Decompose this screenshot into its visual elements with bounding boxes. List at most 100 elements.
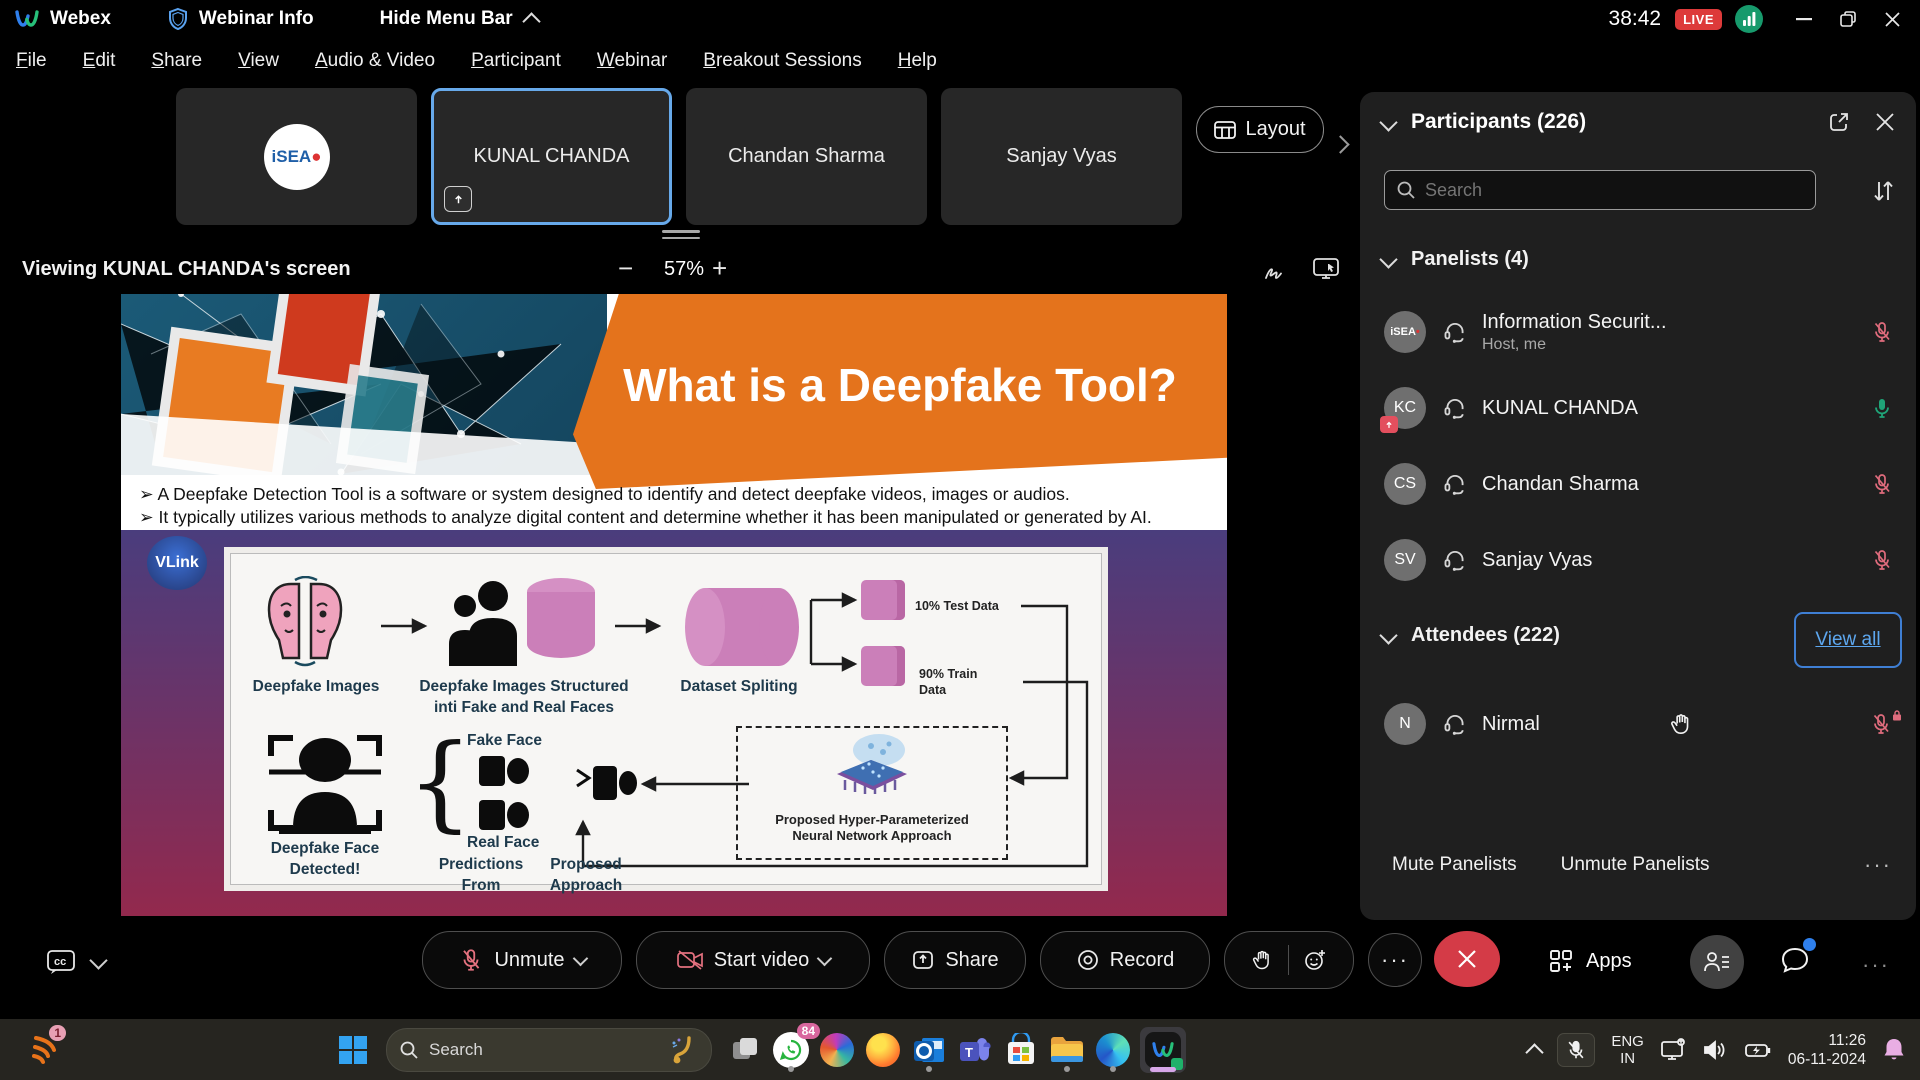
more-controls-button[interactable]: ··· — [1368, 933, 1422, 987]
fake-face-icon — [479, 754, 531, 788]
reactions-group[interactable] — [1224, 931, 1354, 989]
language-indicator[interactable]: ENGIN — [1611, 1033, 1644, 1067]
search-input[interactable] — [1384, 170, 1816, 210]
zoom-out-button[interactable]: − — [618, 253, 633, 284]
maximize-button[interactable] — [1826, 0, 1870, 38]
menu-audio-video[interactable]: Audio & Video — [315, 50, 435, 72]
participants-panel: Participants (226) Panelists (4) iSEA• I… — [1360, 92, 1916, 920]
participant-row-nirmal[interactable]: N Nirmal — [1360, 692, 1916, 756]
menu-help[interactable]: Help — [898, 50, 937, 72]
webex-taskbar-button[interactable] — [1140, 1027, 1186, 1073]
panel-more-options-button[interactable]: ··· — [1864, 852, 1892, 878]
volume-icon[interactable] — [1702, 1038, 1728, 1062]
layout-button[interactable]: Layout — [1196, 106, 1324, 153]
lock-icon — [1892, 710, 1902, 721]
menu-participant[interactable]: Participant — [471, 50, 561, 72]
taskbar-clock[interactable]: 11:2606-11-2024 — [1788, 1031, 1866, 1069]
avatar: N — [1384, 703, 1426, 745]
outlook-button[interactable] — [906, 1027, 952, 1073]
apps-button[interactable]: Apps — [1548, 948, 1632, 974]
menu-view[interactable]: View — [238, 50, 279, 72]
video-tile-kunal-chanda[interactable]: KUNAL CHANDA — [431, 88, 672, 225]
unmute-panelists-button[interactable]: Unmute Panelists — [1561, 854, 1710, 876]
participant-row-host[interactable]: iSEA• Information Securit... Host, me — [1360, 300, 1916, 364]
taskbar-search[interactable]: Search — [386, 1028, 712, 1072]
zoom-in-button[interactable]: + — [712, 253, 727, 284]
firefox-button[interactable] — [860, 1027, 906, 1073]
cc-options-icon[interactable] — [89, 951, 107, 969]
menu-file[interactable]: File — [16, 50, 47, 72]
taskbar-search-label: Search — [429, 1040, 483, 1060]
more-panels-button[interactable]: ··· — [1862, 952, 1890, 978]
sharing-badge-icon — [1380, 416, 1398, 433]
view-all-button[interactable]: View all — [1794, 612, 1902, 668]
headset-icon — [1442, 471, 1468, 497]
collapse-participants-icon[interactable] — [1379, 113, 1397, 131]
collapse-panelists-icon[interactable] — [1379, 250, 1397, 268]
battery-icon[interactable] — [1744, 1038, 1772, 1062]
close-panel-icon[interactable] — [1876, 113, 1894, 131]
participants-toggle-button[interactable] — [1690, 935, 1744, 989]
menu-share[interactable]: Share — [151, 50, 202, 72]
collapse-attendees-icon[interactable] — [1379, 626, 1397, 644]
notifications-bell-icon[interactable] — [1882, 1037, 1906, 1063]
leave-meeting-button[interactable] — [1434, 931, 1500, 987]
video-tile-chandan-sharma[interactable]: Chandan Sharma — [686, 88, 927, 225]
cast-icon[interactable] — [1660, 1038, 1686, 1062]
sort-participants-icon[interactable] — [1870, 178, 1896, 204]
menu-edit[interactable]: Edit — [83, 50, 116, 72]
share-button[interactable]: Share — [884, 931, 1026, 989]
connection-quality-icon[interactable] — [1734, 4, 1764, 34]
slide-bullet-1: ➢ A Deepfake Detection Tool is a softwar… — [139, 484, 1070, 505]
annotate-icon[interactable] — [1262, 256, 1288, 282]
raise-hand-button[interactable] — [1238, 948, 1288, 972]
menu-webinar[interactable]: Webinar — [597, 50, 667, 72]
popout-panel-icon[interactable] — [1828, 111, 1850, 133]
raised-hand-icon — [1670, 711, 1694, 737]
title-bar: Webex Webinar Info Hide Menu Bar 38:42 L… — [0, 0, 1920, 38]
participant-row-kunal[interactable]: KC KUNAL CHANDA — [1360, 376, 1916, 440]
participant-row-sanjay[interactable]: SV Sanjay Vyas — [1360, 528, 1916, 592]
windows-logo-icon — [337, 1034, 369, 1066]
task-view-button[interactable] — [722, 1027, 768, 1073]
zoom-level[interactable]: 57% — [652, 258, 716, 281]
hide-menu-bar-button[interactable]: Hide Menu Bar — [380, 8, 513, 30]
file-explorer-button[interactable] — [1044, 1027, 1090, 1073]
closed-captions-button[interactable]: cc — [46, 948, 105, 976]
tray-hidden-icons-button[interactable] — [1526, 1043, 1544, 1061]
start-video-button[interactable]: Start video — [636, 931, 870, 989]
edge-button[interactable] — [1090, 1027, 1136, 1073]
chat-button[interactable] — [1778, 944, 1812, 978]
microsoft-store-button[interactable] — [998, 1027, 1044, 1073]
start-button[interactable] — [330, 1027, 376, 1073]
headset-icon — [1442, 395, 1468, 421]
teams-button[interactable]: T — [952, 1027, 998, 1073]
live-badge: LIVE — [1675, 9, 1722, 30]
reactions-button[interactable] — [1289, 948, 1341, 972]
mute-panelists-button[interactable]: Mute Panelists — [1392, 854, 1517, 876]
unmute-options-icon[interactable] — [572, 950, 588, 966]
unmute-button[interactable]: Unmute — [422, 931, 622, 989]
copilot-button[interactable] — [814, 1027, 860, 1073]
tray-mic-muted-button[interactable] — [1557, 1033, 1595, 1067]
participant-row-chandan[interactable]: CS Chandan Sharma — [1360, 452, 1916, 516]
widgets-button[interactable]: 1 — [22, 1027, 68, 1073]
minimize-button[interactable] — [1782, 0, 1826, 38]
slide-bullet-2: ➢ It typically utilizes various methods … — [139, 507, 1152, 528]
chevron-up-icon[interactable] — [522, 12, 540, 30]
remote-control-icon[interactable] — [1312, 256, 1342, 282]
record-button[interactable]: Record — [1040, 931, 1210, 989]
diagram-label: Deepfake Images — [237, 676, 395, 697]
webinar-info-button[interactable]: Webinar Info — [199, 8, 314, 30]
diagram-label: Deepfake Images Structured — [419, 676, 629, 697]
filmstrip-resize-handle[interactable] — [662, 230, 700, 239]
close-window-button[interactable] — [1870, 0, 1914, 38]
video-tile-sanjay-vyas[interactable]: Sanjay Vyas — [941, 88, 1182, 225]
video-options-icon[interactable] — [817, 950, 833, 966]
video-tile-isea[interactable]: iSEA● — [176, 88, 417, 225]
filmstrip-next-icon[interactable] — [1331, 135, 1349, 153]
whatsapp-button[interactable]: 84 — [768, 1027, 814, 1073]
svg-text:cc: cc — [54, 956, 66, 968]
diagram-label: Predictions From — [437, 854, 525, 896]
menu-breakout-sessions[interactable]: Breakout Sessions — [703, 50, 861, 72]
